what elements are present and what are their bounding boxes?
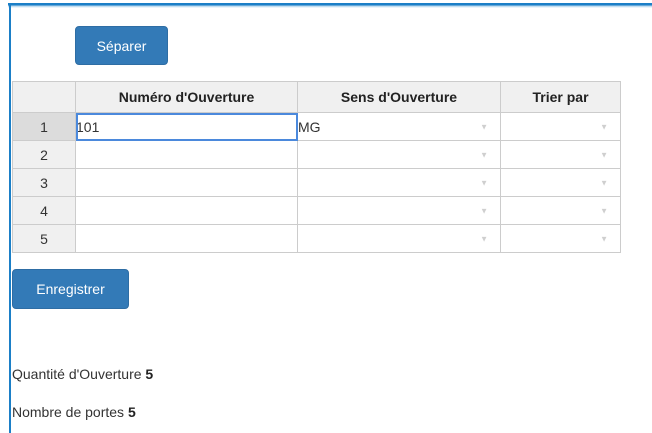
grid-corner-cell <box>12 81 76 113</box>
opening-quantity-line: Quantité d'Ouverture 5 <box>12 366 153 382</box>
triangle-down-icon[interactable]: ▼ <box>480 234 488 243</box>
column-header-opening-direction[interactable]: Sens d'Ouverture <box>297 81 501 113</box>
door-count-value: 5 <box>127 404 136 420</box>
row-header[interactable]: 5 <box>12 224 76 253</box>
column-header-opening-number[interactable]: Numéro d'Ouverture <box>75 81 298 113</box>
grid-header-row: Numéro d'Ouverture Sens d'Ouverture Trie… <box>12 81 621 113</box>
triangle-down-icon[interactable]: ▼ <box>480 150 488 159</box>
opening-direction-dropdown-cell[interactable]: ▼ <box>297 224 501 253</box>
opening-direction-dropdown-cell[interactable]: ▼ <box>297 196 501 225</box>
table-row: 5 ▼ ▼ <box>12 224 621 253</box>
table-row: 4 ▼ ▼ <box>12 196 621 225</box>
opening-number-cell[interactable] <box>75 196 298 225</box>
opening-quantity-value: 5 <box>145 366 154 382</box>
opening-direction-dropdown-cell[interactable]: ▼ <box>297 140 501 169</box>
door-count-label: Nombre de portes <box>12 404 125 420</box>
window-left-border <box>9 3 11 433</box>
row-header[interactable]: 3 <box>12 168 76 197</box>
door-count-line: Nombre de portes 5 <box>12 404 136 420</box>
sort-by-dropdown-cell[interactable]: ▼ <box>500 140 621 169</box>
triangle-down-icon[interactable]: ▼ <box>600 122 608 131</box>
triangle-down-icon[interactable]: ▼ <box>600 150 608 159</box>
triangle-down-icon[interactable]: ▼ <box>600 234 608 243</box>
triangle-down-icon[interactable]: ▼ <box>480 206 488 215</box>
sort-by-dropdown-cell[interactable]: ▼ <box>500 112 621 141</box>
triangle-down-icon[interactable]: ▼ <box>480 122 488 131</box>
opening-direction-value: MG <box>298 118 321 135</box>
table-row: 1 101 MG ▼ ▼ <box>12 112 621 141</box>
row-header[interactable]: 1 <box>12 112 76 141</box>
table-row: 3 ▼ ▼ <box>12 168 621 197</box>
column-header-sort-by[interactable]: Trier par <box>500 81 621 113</box>
sort-by-dropdown-cell[interactable]: ▼ <box>500 224 621 253</box>
opening-number-cell[interactable]: 101 <box>75 112 298 141</box>
opening-direction-dropdown-cell[interactable]: ▼ <box>297 168 501 197</box>
opening-number-cell[interactable] <box>75 224 298 253</box>
sort-by-dropdown-cell[interactable]: ▼ <box>500 168 621 197</box>
opening-direction-dropdown-cell[interactable]: MG ▼ <box>297 112 501 141</box>
opening-number-cell[interactable] <box>75 168 298 197</box>
separate-button[interactable]: Séparer <box>75 26 168 65</box>
opening-number-cell[interactable] <box>75 140 298 169</box>
opening-quantity-label: Quantité d'Ouverture <box>12 366 142 382</box>
row-header[interactable]: 2 <box>12 140 76 169</box>
row-header[interactable]: 4 <box>12 196 76 225</box>
triangle-down-icon[interactable]: ▼ <box>600 178 608 187</box>
save-button[interactable]: Enregistrer <box>12 269 129 309</box>
triangle-down-icon[interactable]: ▼ <box>600 206 608 215</box>
openings-grid: Numéro d'Ouverture Sens d'Ouverture Trie… <box>12 81 621 253</box>
triangle-down-icon[interactable]: ▼ <box>480 178 488 187</box>
window-top-border <box>8 3 652 8</box>
sort-by-dropdown-cell[interactable]: ▼ <box>500 196 621 225</box>
table-row: 2 ▼ ▼ <box>12 140 621 169</box>
